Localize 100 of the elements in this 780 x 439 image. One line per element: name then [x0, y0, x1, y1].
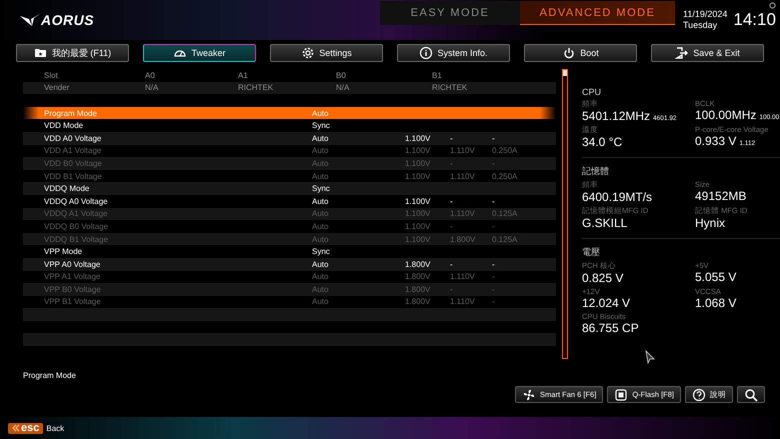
- mode-tab[interactable]: ADVANCED MODE: [520, 1, 675, 25]
- table-cell-text: B1: [432, 70, 443, 80]
- settings-icon: [301, 46, 316, 60]
- reading-text: 1.100V: [405, 209, 432, 218]
- reading-text: -: [492, 284, 496, 294]
- reading-text: 1.100V: [405, 172, 432, 181]
- reading-text: -: [492, 260, 496, 269]
- reading-text: 0.125A: [492, 234, 518, 244]
- reading-text: 1.100V: [405, 158, 432, 168]
- setting-value: Auto: [312, 158, 330, 168]
- setting-name: VPP A0 Voltage: [44, 260, 102, 269]
- setting-value: Auto: [312, 172, 330, 181]
- monitor-value: 12.024 V: [582, 296, 630, 310]
- monitor-value: 34.0 °C: [582, 135, 622, 149]
- reading-text: 1.100V: [405, 196, 432, 206]
- reading-text: 1.800V: [405, 284, 432, 294]
- setting-value: Auto: [312, 272, 330, 282]
- esc-key-button[interactable]: esc: [8, 422, 44, 434]
- setting-value: Auto: [312, 260, 330, 269]
- power-icon: [562, 46, 576, 60]
- help-description: Program Mode: [23, 371, 77, 380]
- reading-text: -: [450, 158, 454, 168]
- menu-tab[interactable]: Save & Exit: [651, 44, 764, 62]
- setting-row[interactable]: VDDQ A0 Voltage Auto 1.100V - -: [23, 194, 556, 208]
- reading-text: -: [492, 196, 496, 206]
- reading-text: 1.800V: [405, 297, 432, 306]
- setting-row[interactable]: VDD A0 Voltage Auto 1.100V - -: [23, 132, 556, 145]
- section-title: 電壓: [582, 246, 601, 259]
- fan-icon: [522, 388, 536, 402]
- setting-name: VDDQ A0 Voltage: [44, 196, 109, 206]
- setting-name: VPP B0 Voltage: [44, 284, 102, 294]
- clock-time: 14:10: [733, 10, 776, 30]
- exit-icon: [675, 46, 690, 60]
- setting-name: VDD Mode: [44, 121, 84, 130]
- table-cell-text: N/A: [145, 83, 160, 92]
- reading-text: 1.800V: [405, 272, 432, 282]
- reading-text: 1.110V: [450, 209, 476, 218]
- reading-text: -: [492, 222, 496, 231]
- setting-value: Auto: [312, 234, 330, 244]
- setting-value: Auto: [312, 209, 330, 218]
- setting-row[interactable]: VPP A0 Voltage Auto 1.800V - -: [23, 258, 556, 270]
- menu-tab[interactable]: Tweaker: [143, 44, 256, 62]
- scrollbar[interactable]: [562, 69, 568, 359]
- reading-text: -: [492, 134, 496, 143]
- setting-name: VPP Mode: [44, 247, 84, 256]
- date-text: 11/19/2024: [683, 9, 728, 20]
- reading-text: -: [450, 134, 454, 143]
- eagle-logo-icon: [20, 14, 40, 26]
- search-button[interactable]: [737, 386, 765, 403]
- setting-row[interactable]: VDDQ Mode Sync: [23, 182, 556, 195]
- menu-tab[interactable]: Settings: [270, 44, 383, 62]
- menu-tab[interactable]: Boot: [524, 44, 637, 62]
- mode-tab[interactable]: EASY MODE: [380, 1, 520, 25]
- scroll-thumb[interactable]: [563, 70, 567, 76]
- setting-value: Auto: [312, 196, 330, 206]
- setting-name: VDD A1 Voltage: [44, 146, 102, 156]
- mouse-cursor-icon: [645, 350, 655, 364]
- reading-text: -: [492, 158, 496, 168]
- setting-value: Sync: [312, 121, 331, 130]
- reading-text: -: [492, 297, 496, 306]
- monitor-value: G.SKILL: [582, 216, 628, 230]
- weekday-text: Tuesday: [683, 20, 718, 31]
- section-title: CPU: [582, 87, 602, 97]
- section-title: 記憶體: [582, 165, 610, 178]
- setting-name: Program Mode: [44, 108, 98, 118]
- search-icon: [744, 388, 758, 402]
- reading-text: 1.110V: [450, 146, 476, 156]
- monitor-value: 1.068 V: [695, 296, 736, 310]
- monitor-value: 49152MB: [695, 189, 746, 203]
- monitor-value: Hynix: [695, 216, 726, 230]
- brand-name: AORUS: [41, 12, 94, 28]
- reading-text: 1.110V: [450, 172, 476, 181]
- menu-tab[interactable]: 我的最愛 (F11): [16, 44, 129, 62]
- table-cell-text: Vender: [44, 83, 70, 92]
- menu-tab[interactable]: System Info.: [397, 44, 510, 62]
- reading-text: 1.100V: [405, 146, 432, 156]
- reading-text: 0.250A: [492, 172, 518, 181]
- setting-value: Auto: [312, 297, 330, 306]
- setting-row[interactable]: VPP Mode Sync: [23, 245, 556, 258]
- reading-text: 1.110V: [450, 297, 476, 306]
- setting-row[interactable]: VDD Mode Sync: [23, 119, 556, 132]
- setting-value: Sync: [312, 184, 331, 194]
- table-cell-text: A1: [238, 70, 249, 80]
- setting-name: VDDQ B1 Voltage: [44, 234, 110, 244]
- folder-icon: [34, 46, 48, 60]
- reading-text: -: [450, 222, 454, 231]
- monitor-value: 5.055 V: [695, 270, 736, 284]
- monitor-value: 6400.19MT/s: [582, 190, 652, 204]
- setting-name: VDD B1 Voltage: [44, 172, 103, 181]
- double-chevron-icon: [12, 424, 20, 432]
- monitor-value: 86.755 CP: [582, 321, 639, 335]
- reading-text: 1.100V: [405, 222, 432, 231]
- monitor-value: 0.825 V: [582, 271, 624, 285]
- reading-text: -: [450, 284, 454, 294]
- reading-text: 1.110V: [450, 272, 476, 282]
- setting-value: Auto: [312, 108, 330, 118]
- table-cell-text: A0: [145, 70, 156, 80]
- reading-text: -: [492, 272, 496, 282]
- reading-text: -: [450, 196, 454, 206]
- table-cell-text: RICHTEK: [432, 83, 468, 92]
